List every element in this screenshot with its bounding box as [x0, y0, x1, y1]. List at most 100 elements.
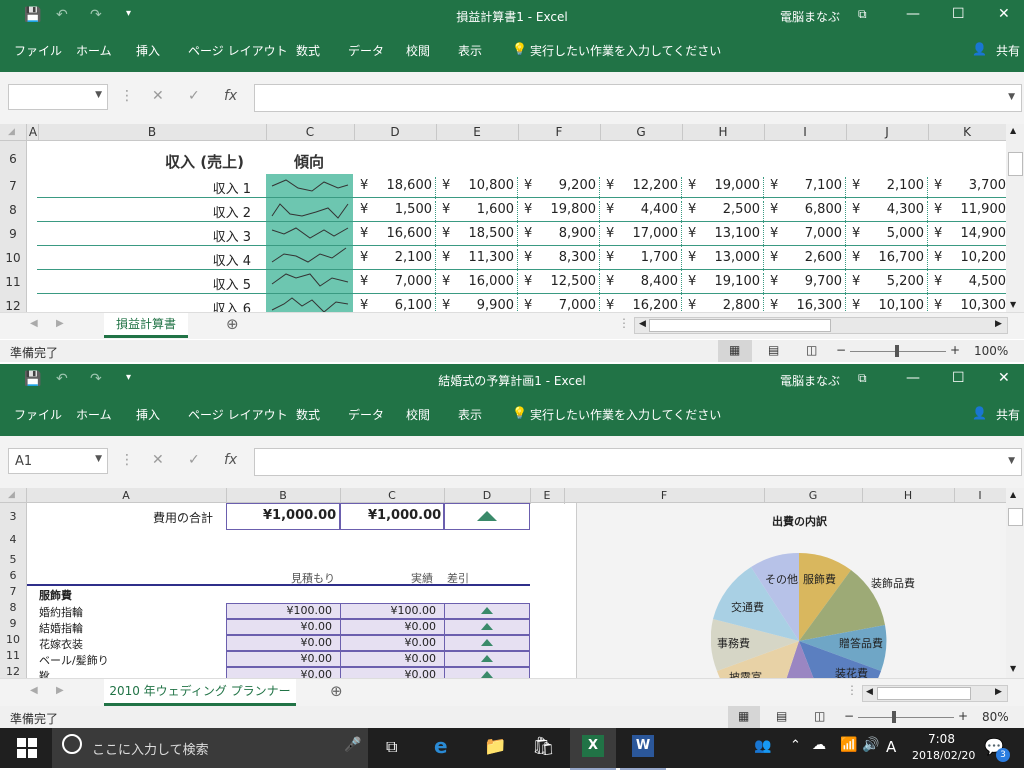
tab-view[interactable]: 表示 — [458, 406, 482, 423]
ribbon-display-icon[interactable]: ⧉ — [858, 7, 867, 22]
select-all-corner[interactable]: ◢ — [8, 127, 15, 137]
income-value[interactable]: 10,300 — [944, 298, 1007, 312]
income-value[interactable]: 9,700 — [780, 274, 842, 289]
category-label[interactable]: 服飾費 — [39, 587, 72, 603]
page-break-view-icon[interactable]: ◫ — [806, 343, 817, 357]
item-estimate[interactable]: ¥0.00 — [226, 636, 333, 649]
row-header[interactable]: 9 — [0, 227, 26, 241]
select-all-corner[interactable]: ◢ — [8, 490, 15, 500]
scroll-left-icon[interactable]: ◀ — [639, 319, 646, 329]
zoom-slider[interactable] — [858, 717, 954, 718]
cancel-icon[interactable]: ✕ — [152, 452, 164, 468]
zoom-in-icon[interactable]: + — [950, 343, 960, 357]
column-header[interactable]: I — [954, 489, 1006, 502]
item-actual[interactable]: ¥0.00 — [340, 668, 437, 678]
income-value[interactable]: 18,500 — [452, 226, 515, 241]
income-value[interactable]: 13,000 — [698, 250, 761, 265]
task-view-icon[interactable]: ⧉ — [386, 737, 397, 757]
column-header[interactable]: E — [436, 125, 518, 139]
user-name[interactable]: 電脳まなぶ — [780, 372, 840, 389]
row-header[interactable]: 5 — [0, 553, 26, 566]
scroll-thumb[interactable] — [649, 319, 831, 332]
row-header[interactable]: 10 — [0, 251, 26, 265]
income-value[interactable]: 10,100 — [862, 298, 925, 312]
tab-home[interactable]: ホーム — [76, 406, 112, 423]
cancel-icon[interactable]: ✕ — [152, 88, 164, 104]
zoom-level[interactable]: 100% — [974, 344, 1008, 358]
row-header[interactable]: 7 — [0, 179, 26, 193]
income-value[interactable]: 6,800 — [780, 202, 842, 217]
income-value[interactable]: 9,200 — [534, 178, 596, 193]
tab-insert[interactable]: 挿入 — [136, 42, 160, 59]
grid-area[interactable]: 収入 (売上) 傾向 収入 1 ¥18,600 ¥10,800 ¥9,200 ¥12,2… — [27, 141, 1006, 312]
tab-data[interactable]: データ — [348, 406, 384, 423]
income-value[interactable]: 1,600 — [452, 202, 514, 217]
share-button[interactable]: 共有 — [996, 406, 1020, 423]
close-icon[interactable]: ✕ — [998, 370, 1010, 386]
vertical-scrollbar[interactable]: ▲ ▼ — [1006, 488, 1024, 678]
item-estimate[interactable]: ¥100.00 — [226, 604, 333, 617]
income-value[interactable]: 10,200 — [944, 250, 1007, 265]
word-taskbar-icon[interactable]: W — [620, 728, 666, 770]
insert-function-icon[interactable]: fx — [224, 88, 237, 104]
page-break-view-icon[interactable]: ◫ — [814, 709, 825, 723]
start-button[interactable] — [0, 728, 52, 768]
income-value[interactable]: 6,100 — [370, 298, 432, 312]
formula-input[interactable]: ▼ — [254, 448, 1022, 476]
income-value[interactable]: 4,500 — [944, 274, 1006, 289]
row-header[interactable]: 10 — [0, 633, 26, 646]
income-value[interactable]: 8,300 — [534, 250, 596, 265]
edge-icon[interactable]: e — [434, 734, 448, 758]
column-header[interactable]: I — [764, 125, 846, 139]
income-value[interactable]: 2,100 — [862, 178, 924, 193]
chart-area[interactable]: 出費の内訳 服飾費 装飾品費 贈答品費 装花費 披露宴 事務費 交通費 その他 — [576, 503, 1006, 678]
scroll-down-icon[interactable]: ▼ — [1010, 664, 1016, 673]
tab-page-layout[interactable]: ページ レイアウト — [188, 42, 288, 59]
column-header[interactable]: F — [564, 489, 764, 502]
column-header[interactable]: F — [518, 125, 600, 139]
income-value[interactable]: 12,500 — [534, 274, 597, 289]
volume-icon[interactable]: 🔊 — [862, 737, 879, 753]
tab-formulas[interactable]: 数式 — [296, 42, 320, 59]
item-estimate[interactable]: ¥0.00 — [226, 668, 333, 678]
grid-area[interactable]: 費用の合計 ¥1,000.00 ¥1,000.00 見積もり 実績 差引 服飾費… — [27, 503, 1006, 678]
microphone-icon[interactable]: 🎤 — [344, 737, 361, 753]
zoom-slider-thumb[interactable] — [895, 345, 899, 357]
tell-me-box[interactable]: 実行したい作業を入力してください — [530, 42, 721, 59]
income-value[interactable]: 7,100 — [780, 178, 842, 193]
insert-function-icon[interactable]: fx — [224, 452, 237, 468]
item-label[interactable]: 靴 — [39, 668, 50, 678]
row-header[interactable]: 6 — [0, 152, 26, 166]
column-header[interactable]: C — [266, 125, 354, 139]
income-value[interactable]: 10,800 — [452, 178, 515, 193]
zoom-out-icon[interactable]: − — [844, 709, 854, 723]
column-header[interactable]: K — [928, 125, 1006, 139]
add-sheet-icon[interactable]: ⊕ — [330, 682, 343, 700]
scroll-thumb[interactable] — [1008, 508, 1023, 526]
income-value[interactable]: 16,600 — [370, 226, 433, 241]
item-actual[interactable]: ¥0.00 — [340, 636, 437, 649]
income-value[interactable]: 8,400 — [616, 274, 678, 289]
ime-indicator[interactable]: A — [886, 738, 896, 756]
income-value[interactable]: 18,600 — [370, 178, 433, 193]
zoom-level[interactable]: 80% — [982, 710, 1009, 724]
vertical-scrollbar[interactable]: ▲ ▼ — [1006, 124, 1024, 314]
income-value[interactable]: 16,000 — [452, 274, 515, 289]
wifi-icon[interactable]: 📶 — [840, 737, 857, 753]
row-header[interactable]: 11 — [0, 649, 26, 662]
income-value[interactable]: 2,500 — [698, 202, 760, 217]
search-box[interactable]: ここに入力して検索 🎤 — [52, 728, 368, 768]
income-value[interactable]: 5,200 — [862, 274, 924, 289]
income-value[interactable]: 2,100 — [370, 250, 432, 265]
income-value[interactable]: 2,600 — [780, 250, 842, 265]
tab-view[interactable]: 表示 — [458, 42, 482, 59]
tab-file[interactable]: ファイル — [14, 406, 62, 423]
income-label[interactable]: 収入 4 — [213, 250, 251, 269]
scroll-tabs-right-icon[interactable]: ▶ — [56, 685, 64, 696]
income-label[interactable]: 収入 1 — [213, 178, 251, 197]
tab-page-layout[interactable]: ページ レイアウト — [188, 406, 288, 423]
name-box[interactable]: ▼ — [8, 84, 108, 110]
income-value[interactable]: 17,000 — [616, 226, 679, 241]
scroll-up-icon[interactable]: ▲ — [1010, 126, 1016, 135]
column-header[interactable]: D — [354, 125, 436, 139]
